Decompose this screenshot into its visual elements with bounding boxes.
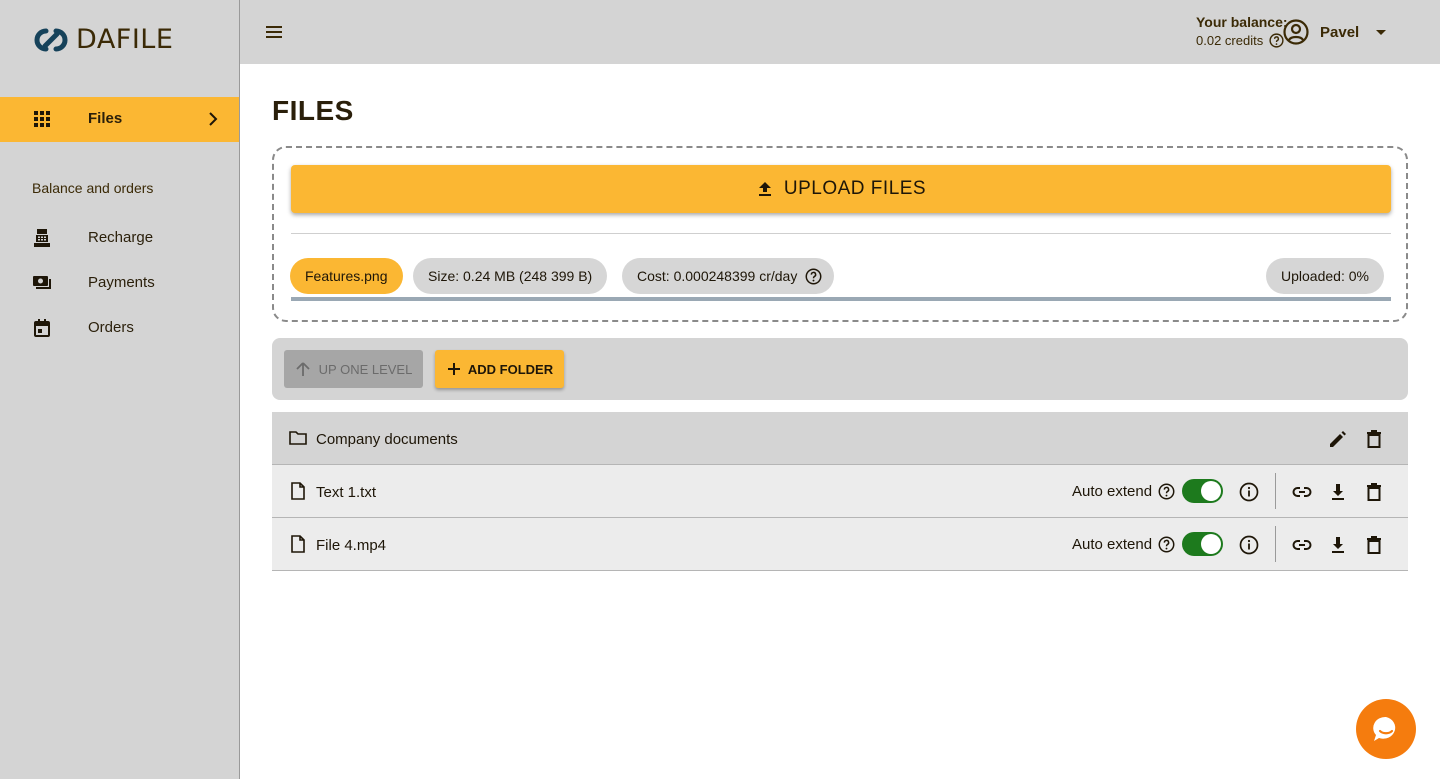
folder-toolbar: UP ONE LEVEL ADD FOLDER (272, 338, 1408, 400)
upload-progress-text: Uploaded: 0% (1281, 268, 1369, 284)
auto-extend-toggle[interactable] (1182, 532, 1223, 556)
file-icon (291, 535, 305, 553)
plus-icon (447, 363, 460, 375)
info-icon[interactable] (1238, 534, 1260, 556)
sidebar-item-recharge-label: Recharge (88, 229, 154, 246)
chat-bubble-icon (1373, 716, 1396, 741)
sidebar-item-payments[interactable]: Payments (0, 263, 239, 303)
up-one-level-label: UP ONE LEVEL (318, 361, 413, 377)
caret-down-icon (1376, 30, 1387, 35)
user-name: Pavel (1320, 23, 1360, 41)
folder-name: Company documents (316, 431, 458, 448)
arrow-up-icon (296, 362, 310, 376)
up-one-level-button[interactable]: UP ONE LEVEL (284, 350, 423, 388)
upload-size-chip: Size: 0.24 MB (248 399 B) (413, 258, 608, 294)
sidebar-item-files[interactable]: Files (0, 97, 239, 142)
auto-extend-label-group: Auto extend (1072, 536, 1175, 553)
upload-files-button[interactable]: UPLOAD FILES (291, 165, 1391, 213)
upload-progress-chip: Uploaded: 0% (1266, 258, 1384, 294)
link-icon[interactable] (1291, 481, 1313, 503)
upload-progress-bar (291, 297, 1391, 301)
account-circle-icon (1283, 19, 1309, 45)
link-icon[interactable] (1291, 534, 1313, 556)
edit-icon[interactable] (1327, 428, 1349, 450)
brand-logo[interactable]: DAFILE (32, 24, 173, 55)
delete-icon[interactable] (1363, 481, 1385, 503)
logo-icon (34, 28, 68, 51)
sidebar-item-files-label: Files (88, 110, 123, 127)
add-folder-label: ADD FOLDER (467, 361, 554, 377)
add-folder-button[interactable]: ADD FOLDER (435, 350, 564, 388)
payments-icon (33, 276, 51, 289)
auto-extend-label-group: Auto extend (1072, 483, 1175, 500)
divider (291, 233, 1391, 234)
delete-icon[interactable] (1363, 534, 1385, 556)
divider (1275, 473, 1276, 509)
chevron-right-icon (209, 112, 218, 126)
auto-extend-toggle[interactable] (1182, 479, 1223, 503)
file-name: File 4.mp4 (316, 537, 387, 554)
info-icon[interactable] (1238, 481, 1260, 503)
calendar-icon (34, 319, 50, 337)
upload-file-name: Features.png (305, 268, 388, 284)
balance-title: Your balance: (1196, 14, 1288, 30)
toggle-knob (1201, 534, 1221, 554)
divider (1275, 526, 1276, 562)
menu-icon[interactable] (264, 22, 284, 42)
upload-dropzone[interactable]: UPLOAD FILES Features.png Size: 0.24 MB … (272, 146, 1408, 322)
balance-value: 0.02 credits (1196, 33, 1264, 48)
help-icon[interactable] (805, 268, 822, 285)
file-icon (291, 482, 305, 500)
auto-extend-label: Auto extend (1072, 483, 1153, 500)
download-icon[interactable] (1327, 481, 1349, 503)
sidebar-item-orders-label: Orders (88, 319, 134, 336)
chat-launcher-button[interactable] (1356, 699, 1416, 759)
delete-icon[interactable] (1363, 428, 1385, 450)
list-item-folder[interactable]: Company documents (272, 412, 1408, 465)
sidebar-item-recharge[interactable]: Recharge (0, 218, 239, 258)
list-item-file[interactable]: File 4.mp4 Auto extend (272, 518, 1408, 571)
balance-value-row: 0.02 credits (1196, 33, 1288, 48)
apps-grid-icon (34, 111, 50, 127)
sidebar-item-payments-label: Payments (88, 274, 155, 291)
upload-cost: Cost: 0.000248399 cr/day (637, 268, 798, 284)
sidebar: DAFILE Files Balance and orders Recharge (0, 0, 240, 779)
upload-file-name-chip: Features.png (290, 258, 403, 294)
download-icon[interactable] (1327, 534, 1349, 556)
file-name: Text 1.txt (316, 484, 377, 501)
top-bar: Your balance: 0.02 credits Pavel (240, 0, 1440, 64)
list-item-file[interactable]: Text 1.txt Auto extend (272, 465, 1408, 518)
sidebar-item-orders[interactable]: Orders (0, 308, 239, 348)
help-icon[interactable] (1158, 536, 1175, 553)
register-icon (34, 229, 50, 247)
user-menu[interactable]: Pavel (1282, 18, 1391, 46)
page-title: FILES (272, 95, 354, 126)
help-icon[interactable] (1158, 483, 1175, 500)
brand-name: DAFILE (76, 24, 174, 55)
upload-size: Size: 0.24 MB (248 399 B) (428, 268, 593, 284)
upload-files-label: UPLOAD FILES (783, 178, 927, 199)
toggle-knob (1201, 481, 1221, 501)
sidebar-section-title: Balance and orders (32, 180, 154, 196)
upload-icon (758, 182, 771, 196)
balance-widget: Your balance: 0.02 credits (1196, 14, 1288, 48)
auto-extend-label: Auto extend (1072, 536, 1153, 553)
folder-icon (289, 431, 307, 445)
upload-cost-chip: Cost: 0.000248399 cr/day (622, 258, 835, 294)
